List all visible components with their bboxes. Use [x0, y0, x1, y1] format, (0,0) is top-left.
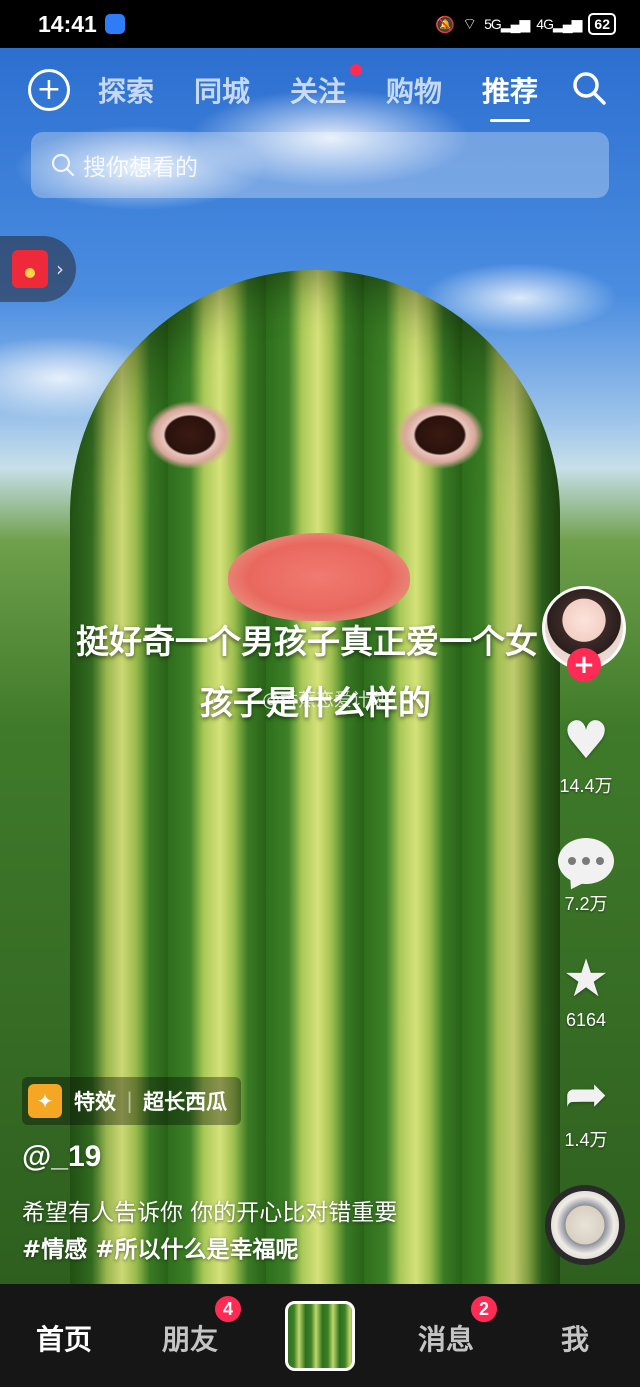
author-name[interactable]: @_19: [22, 1140, 101, 1174]
favorite-action[interactable]: ★ 6164: [548, 950, 624, 1031]
star-icon: ★: [562, 949, 610, 1009]
tab-nearby[interactable]: 同城: [194, 70, 250, 110]
effect-separator: |: [126, 1089, 134, 1113]
post-hashtags[interactable]: #情感 #所以什么是幸福呢: [22, 1230, 299, 1264]
effect-tag[interactable]: ✦ 特效 | 超长西瓜: [22, 1077, 242, 1125]
red-envelope-icon: [12, 250, 48, 288]
create-button[interactable]: [285, 1301, 355, 1371]
share-count: 1.4万: [564, 1130, 608, 1150]
nav-home[interactable]: 首页: [36, 1318, 92, 1358]
mouth: [228, 533, 410, 621]
sparkle-icon: ✦: [28, 1084, 62, 1118]
tab-following[interactable]: 关注: [290, 70, 346, 110]
effect-name: 超长西瓜: [143, 1090, 228, 1114]
comment-count: 7.2万: [564, 894, 608, 914]
like-count: 14.4万: [559, 776, 613, 796]
mute-bell-icon: 🔕: [435, 14, 456, 34]
video-caption-line-1: 挺好奇一个男孩子真正爱一个女: [76, 622, 538, 661]
weibo-watermark: @香蕉恋爱计划: [262, 690, 388, 711]
search-field-icon: [51, 153, 75, 177]
status-bar: 14:41 🔕 ⌔ 5G▂▄▆ 4G▂▄▆ 62: [0, 0, 640, 48]
plus-icon: +: [573, 650, 595, 680]
status-indicators: 🔕 ⌔ 5G▂▄▆ 4G▂▄▆ 62: [435, 13, 616, 35]
tab-recommended[interactable]: 推荐: [482, 70, 538, 122]
search-input[interactable]: 搜你想看的: [31, 132, 609, 198]
effect-type-label: 特效: [74, 1090, 116, 1114]
right-eye: [370, 393, 510, 477]
add-button[interactable]: +: [28, 69, 70, 111]
following-new-dot: [350, 64, 362, 76]
signal-5g: 5G▂▄▆: [484, 15, 530, 32]
signal-4g: 4G▂▄▆: [536, 15, 582, 32]
music-disc[interactable]: [545, 1185, 625, 1265]
friends-badge: 4: [213, 1294, 243, 1324]
nav-friends[interactable]: 朋友: [162, 1318, 218, 1358]
status-time: 14:41: [38, 10, 97, 37]
nav-messages[interactable]: 消息: [418, 1318, 474, 1358]
nav-me[interactable]: 我: [561, 1318, 589, 1358]
tab-explore[interactable]: 探索: [98, 70, 154, 110]
chevron-right-icon: ›: [56, 257, 64, 281]
share-action[interactable]: ➦ 1.4万: [548, 1066, 624, 1152]
top-nav: + 探索 同城 关注 购物 推荐: [0, 62, 640, 122]
wifi-icon: ⌔: [462, 14, 478, 33]
comment-action[interactable]: 7.2万: [548, 832, 624, 916]
messages-badge: 2: [469, 1294, 499, 1324]
search-placeholder: 搜你想看的: [83, 155, 198, 181]
heart-icon: ♥: [562, 711, 610, 771]
search-icon[interactable]: [571, 70, 607, 106]
post-description: 希望有人告诉你 你的开心比对错重要: [22, 1200, 398, 1226]
notification-app-icon: [104, 14, 125, 34]
like-action[interactable]: ♥ 14.4万: [548, 712, 624, 798]
battery-indicator: 62: [588, 13, 616, 35]
bottom-nav: 首页 朋友 4 消息 2 我: [0, 1284, 640, 1387]
red-packet-widget[interactable]: ›: [0, 236, 76, 302]
favorite-count: 6164: [565, 1010, 607, 1030]
follow-button[interactable]: +: [567, 648, 601, 682]
plus-icon: +: [36, 72, 62, 107]
comment-icon: [558, 838, 614, 884]
tab-shopping[interactable]: 购物: [386, 70, 442, 110]
share-arrow-icon: ➦: [564, 1065, 608, 1125]
left-eye: [120, 393, 260, 477]
